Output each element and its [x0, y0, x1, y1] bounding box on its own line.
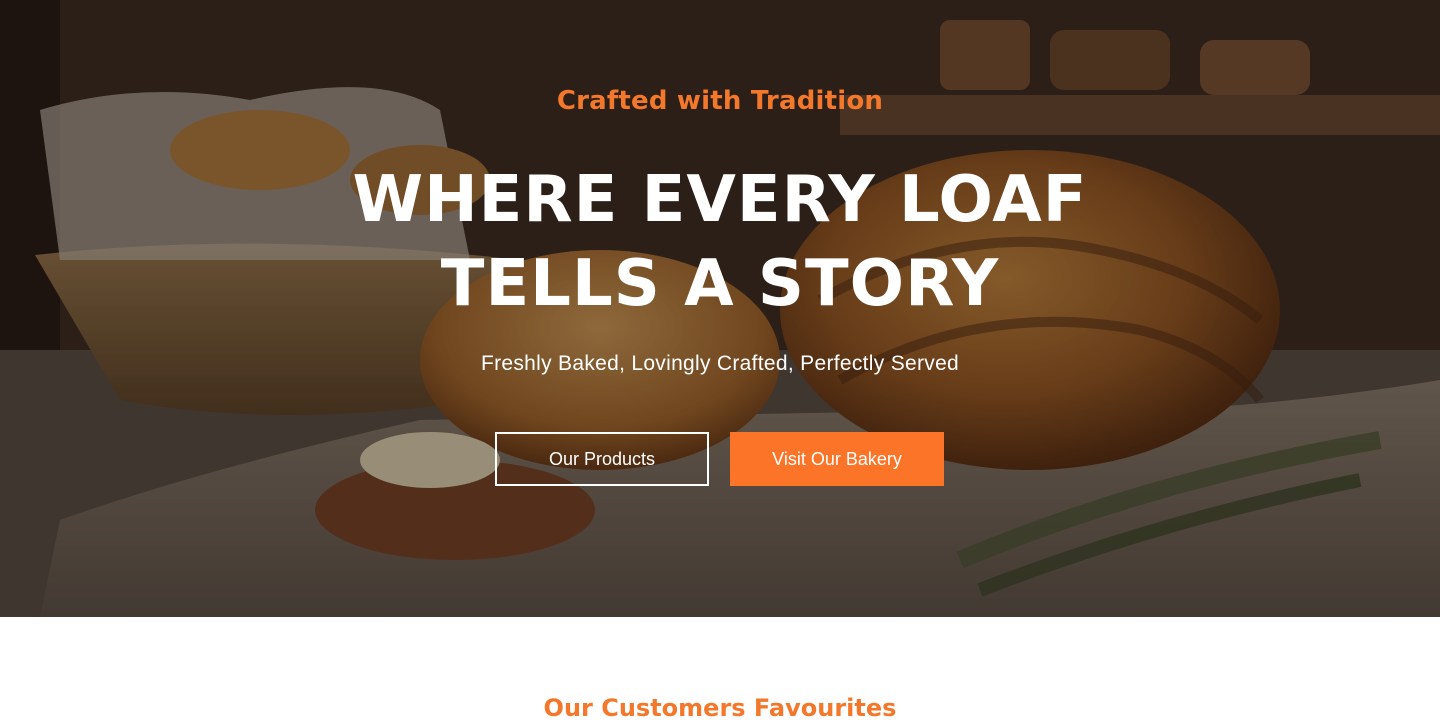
hero-section: Crafted with Tradition WHERE EVERY LOAF … — [0, 0, 1440, 617]
favourites-section-title: Our Customers Favourites — [543, 694, 897, 720]
visit-our-bakery-button[interactable]: Visit Our Bakery — [730, 432, 944, 486]
hero-subline: Freshly Baked, Lovingly Crafted, Perfect… — [480, 352, 960, 375]
hero-eyebrow: Crafted with Tradition — [556, 86, 884, 116]
our-products-button[interactable]: Our Products — [495, 432, 709, 486]
hero-headline: WHERE EVERY LOAF TELLS A STORY — [352, 163, 1088, 321]
